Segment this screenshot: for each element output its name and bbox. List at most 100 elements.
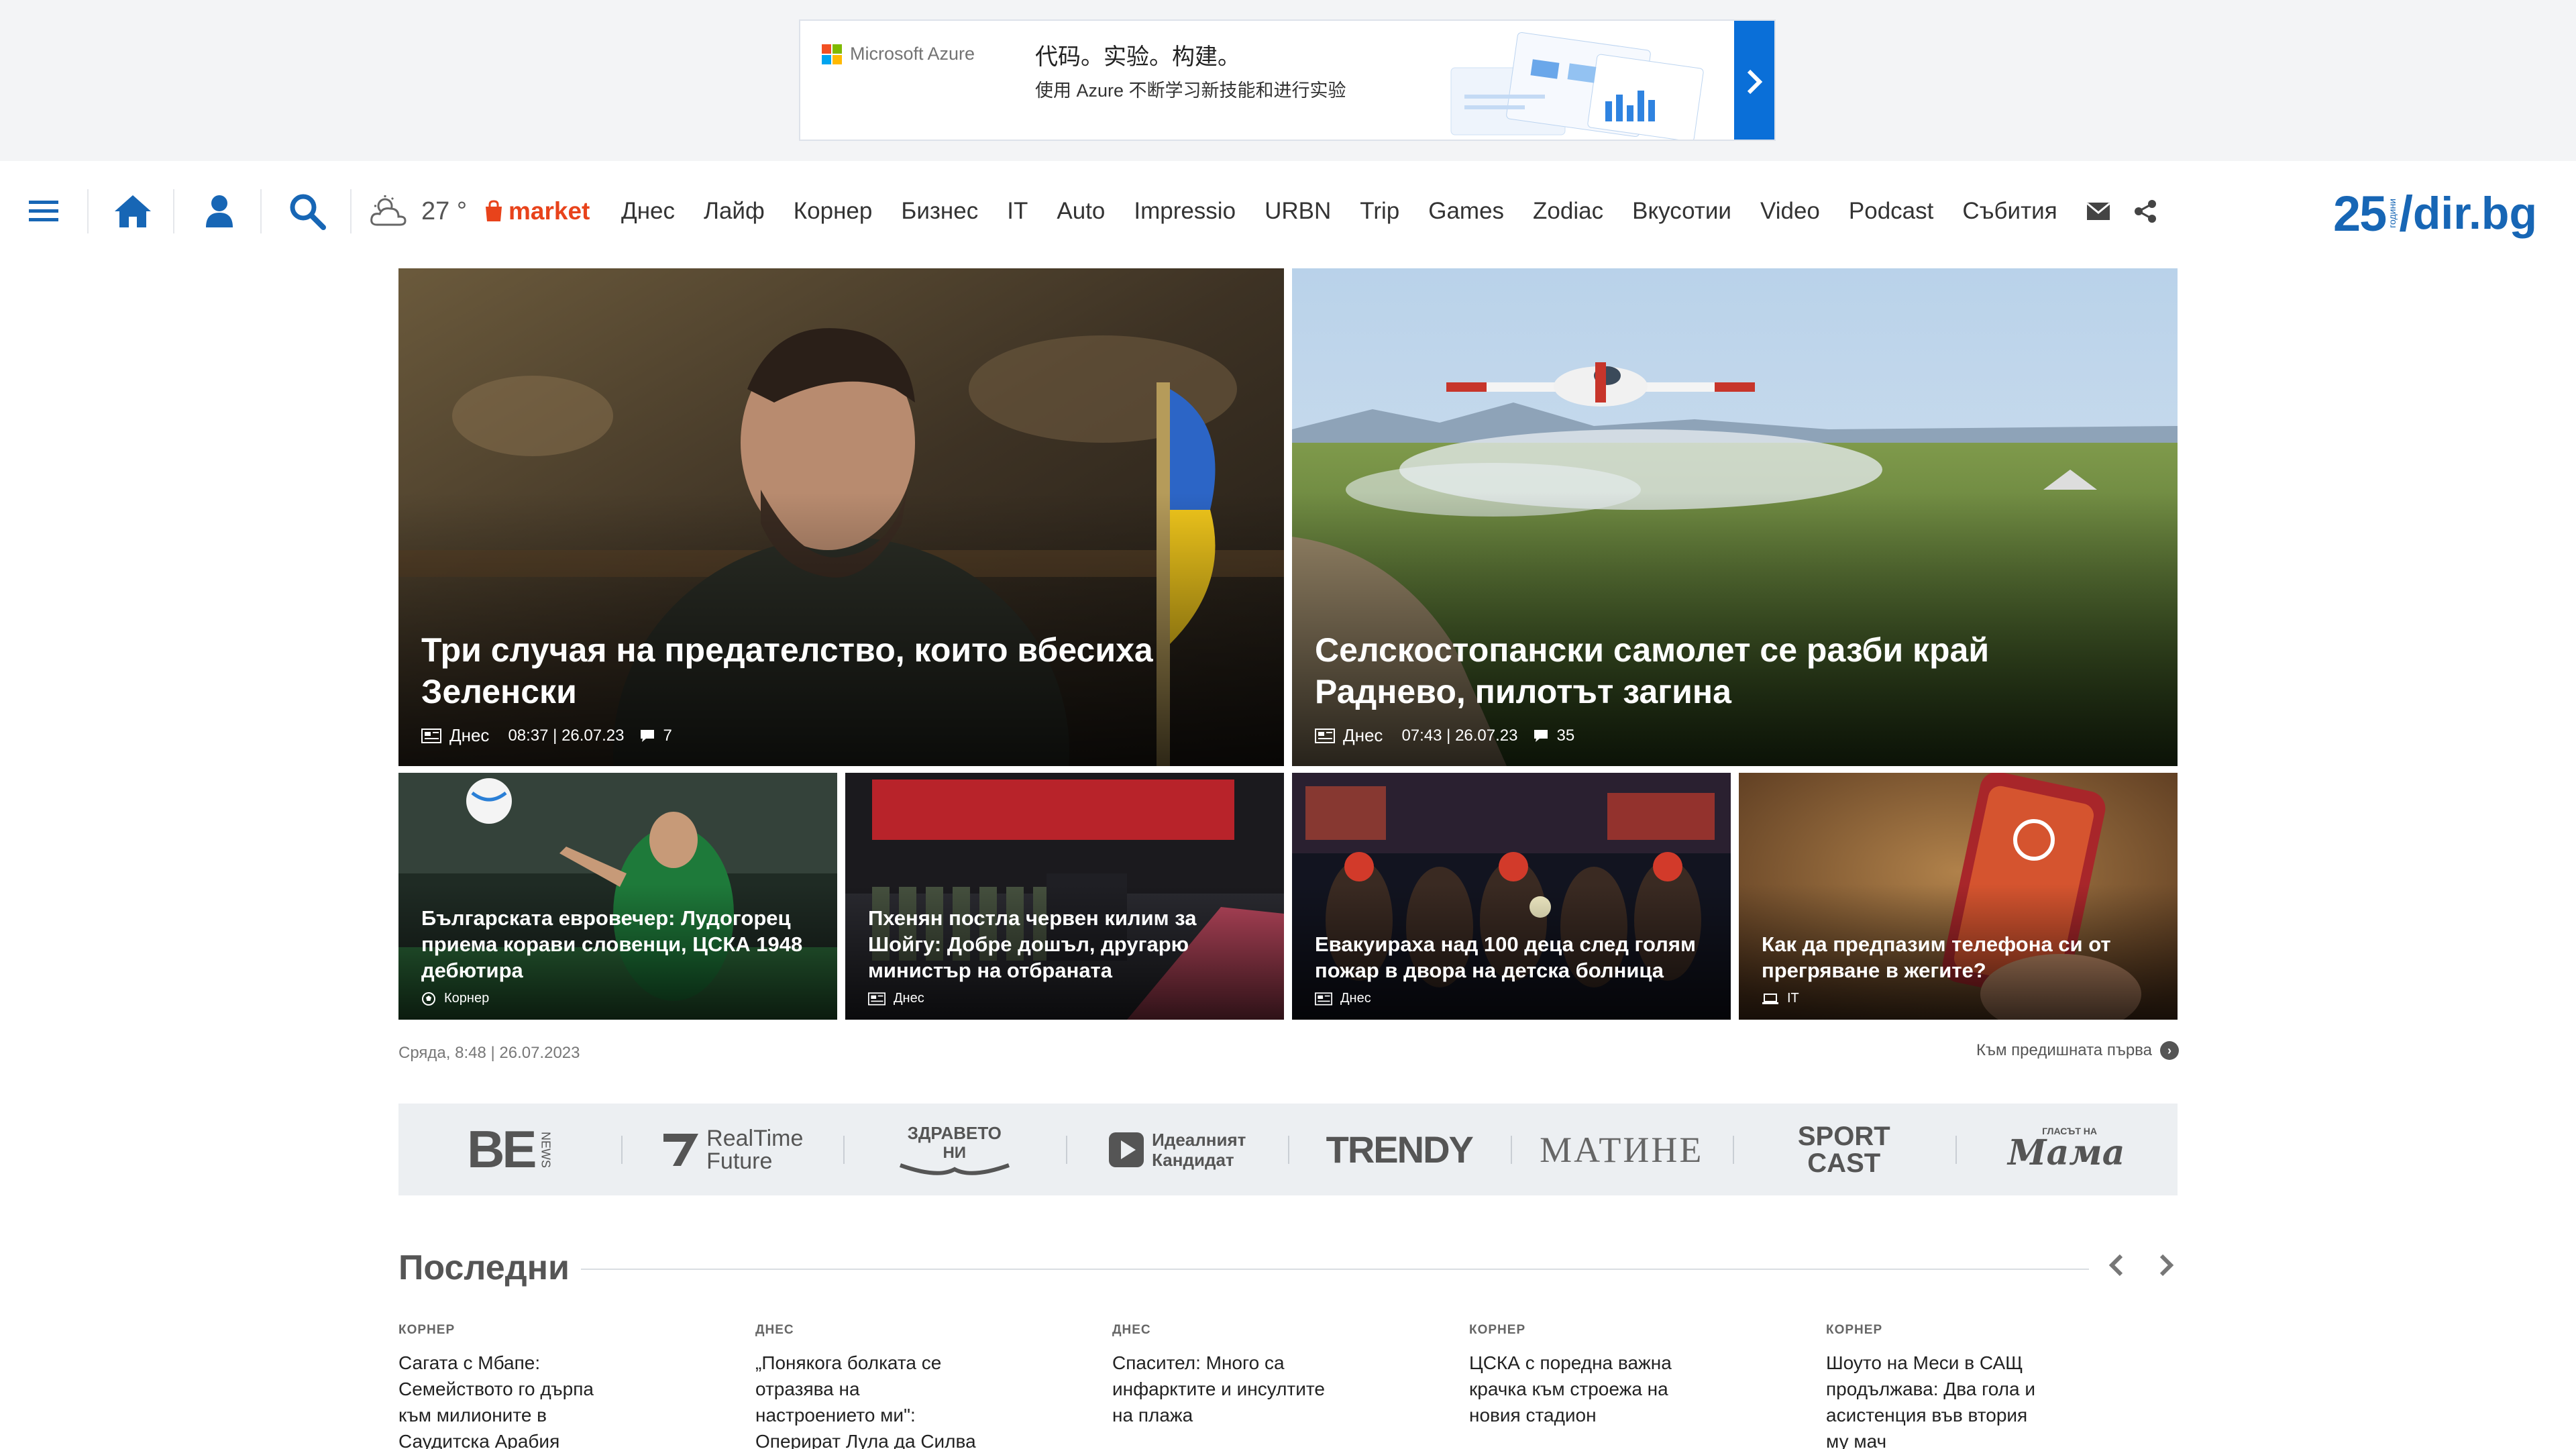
weather-widget[interactable]: 27 ° [368, 161, 467, 262]
latest-title[interactable]: Спасител: Много са инфарктите и инсултит… [1112, 1350, 1340, 1428]
latest-item-2[interactable]: ДНЕС „Понякога болката се отразява на на… [755, 1323, 983, 1449]
card-title[interactable]: Как да предпазим телефона си от прегрява… [1762, 931, 2157, 983]
previous-front-page-link[interactable]: Към предишната първа › [1976, 1041, 2179, 1060]
azure-banner-ad[interactable]: Microsoft Azure 代码。实验。构建。 使用 Azure 不断学习新… [799, 19, 1776, 141]
mama-logo: Мама [2008, 1132, 2125, 1173]
latest-item-4[interactable]: КОРНЕР ЦСКА с поредна важна крачка към с… [1469, 1323, 1697, 1428]
partner-idealniyat-kandidat[interactable]: Идеалният Кандидат [1065, 1104, 1289, 1195]
latest-title[interactable]: Шоуто на Меси в САЩ продължава: Два гола… [1826, 1350, 2054, 1449]
news-label: NEWS [539, 1131, 553, 1168]
nav-item-korner[interactable]: Корнер [794, 198, 873, 225]
nav-item-zodiac[interactable]: Zodiac [1533, 198, 1603, 225]
ideal-line-2: Кандидат [1152, 1149, 1234, 1170]
comment-count: 35 [1556, 726, 1575, 745]
latest-item-5[interactable]: КОРНЕР Шоуто на Меси в САЩ продължава: Д… [1826, 1323, 2054, 1449]
microsoft-squares-icon [822, 44, 842, 64]
article-category[interactable]: Днес [449, 725, 489, 746]
mail-button[interactable] [2086, 202, 2110, 221]
article-card-2[interactable]: Пхенян постла червен килим за Шойгу: Доб… [845, 773, 1284, 1020]
partner-bne-news[interactable]: BE NEWS [398, 1104, 621, 1195]
nav-item-auto[interactable]: Auto [1057, 198, 1105, 225]
article-category[interactable]: Днес [1343, 725, 1383, 746]
article-category[interactable]: IT [1787, 991, 1799, 1006]
card-title[interactable]: Евакуираха над 100 деца след голям пожар… [1315, 931, 1711, 983]
hero-title[interactable]: Селскостопански самолет се разби край Ра… [1315, 629, 2137, 712]
nav-item-games[interactable]: Games [1428, 198, 1504, 225]
nav-item-biznes[interactable]: Бизнес [901, 198, 978, 225]
hero-article-1[interactable]: Три случая на предателство, които вбесих… [398, 268, 1284, 766]
main-nav: 27 ° market Днес Лайф Корнер Бизнес IT A… [0, 161, 2576, 262]
share-icon [2134, 200, 2156, 223]
latest-title[interactable]: „Понякога болката се отразява на настрое… [755, 1350, 983, 1449]
realtime-line-2: Future [706, 1148, 773, 1174]
partner-sport-cast[interactable]: SPORT CAST [1733, 1104, 1955, 1195]
latest-kicker[interactable]: ДНЕС [755, 1323, 983, 1338]
hamburger-menu-button[interactable] [20, 161, 67, 262]
article-card-1[interactable]: Българската евровечер: Лудогорец приема … [398, 773, 837, 1020]
nav-item-impressio[interactable]: Impressio [1134, 198, 1236, 225]
article-category[interactable]: Днес [1340, 991, 1371, 1006]
latest-kicker[interactable]: КОРНЕР [1826, 1323, 2054, 1338]
zdraveto-line-1: ЗДРАВЕТО [907, 1123, 1002, 1143]
account-button[interactable] [195, 161, 244, 262]
hero-title[interactable]: Три случая на предателство, които вбесих… [421, 629, 1244, 712]
latest-heading: Последни [398, 1248, 570, 1287]
latest-item-1[interactable]: КОРНЕР Сагата с Мбапе: Семейството го дъ… [398, 1323, 627, 1449]
logo-25: 25 [2333, 185, 2387, 241]
nav-item-urbn[interactable]: URBN [1265, 198, 1331, 225]
article-card-3[interactable]: Евакуираха над 100 деца след голям пожар… [1292, 773, 1731, 1020]
ad-next-button[interactable] [1734, 21, 1774, 140]
weather-temp: 27 ° [421, 197, 468, 225]
home-button[interactable] [106, 161, 160, 262]
hero-article-2[interactable]: Селскостопански самолет се разби край Ра… [1292, 268, 2178, 766]
logo-years: години [2387, 199, 2398, 228]
cloud-sun-icon [370, 195, 407, 226]
nav-item-vkusotii[interactable]: Вкусотии [1632, 198, 1731, 225]
latest-kicker[interactable]: КОРНЕР [1469, 1323, 1697, 1338]
zdraveto-line-2: НИ [943, 1144, 967, 1162]
nav-item-it[interactable]: IT [1007, 198, 1028, 225]
nav-item-trip[interactable]: Trip [1360, 198, 1399, 225]
latest-prev-button[interactable] [2106, 1252, 2127, 1286]
share-button[interactable] [2133, 199, 2157, 223]
nav-item-video[interactable]: Video [1760, 198, 1820, 225]
user-icon [206, 195, 233, 227]
article-category[interactable]: Корнер [444, 991, 489, 1006]
nav-item-sabitiya[interactable]: Събития [1962, 198, 2057, 225]
comment-count: 7 [663, 726, 672, 745]
search-button[interactable] [280, 161, 334, 262]
nav-item-podcast[interactable]: Podcast [1849, 198, 1933, 225]
partner-matine[interactable]: МАТИНЕ [1510, 1104, 1733, 1195]
partner-glasat-na-mama[interactable]: ГЛАСЪТ НА Мама [1955, 1104, 2178, 1195]
partner-zdraveto-ni[interactable]: ЗДРАВЕТО НИ [843, 1104, 1066, 1195]
home-icon [115, 195, 151, 227]
latest-title[interactable]: Сагата с Мбапе: Семейството го дърпа към… [398, 1350, 627, 1449]
chevron-left-icon [2108, 1254, 2123, 1277]
partner-trendy[interactable]: TRENDY [1288, 1104, 1511, 1195]
newspaper-icon [868, 991, 885, 1006]
envelope-icon [2086, 202, 2110, 220]
partner-realtime-future[interactable]: RealTime Future [621, 1104, 844, 1195]
article-meta: Корнер [421, 991, 489, 1006]
nav-divider [87, 189, 89, 233]
article-card-4[interactable]: Как да предпазим телефона си от прегрява… [1739, 773, 2178, 1020]
latest-title[interactable]: ЦСКА с поредна важна крачка към строежа … [1469, 1350, 1697, 1428]
latest-kicker[interactable]: КОРНЕР [398, 1323, 627, 1338]
laptop-icon [1762, 993, 1778, 1004]
card-title[interactable]: Пхенян постла червен килим за Шойгу: Доб… [868, 905, 1264, 983]
nav-item-dnes[interactable]: Днес [621, 198, 675, 225]
latest-kicker[interactable]: ДНЕС [1112, 1323, 1340, 1338]
latest-item-3[interactable]: ДНЕС Спасител: Много са инфарктите и инс… [1112, 1323, 1340, 1428]
nav-divider [173, 189, 174, 233]
article-category[interactable]: Днес [894, 991, 924, 1006]
card-title[interactable]: Българската евровечер: Лудогорец приема … [421, 905, 817, 983]
section-menu: Днес Лайф Корнер Бизнес IT Auto Impressi… [621, 161, 2157, 262]
current-date: Сряда, 8:48 | 26.07.2023 [398, 1044, 580, 1062]
article-meta: Днес 08:37 | 26.07.23 7 [421, 725, 672, 746]
dir-bg-logo[interactable]: 25 години / dir.bg [2333, 185, 2537, 241]
top-ad-band: Microsoft Azure 代码。实验。构建。 使用 Azure 不断学习新… [0, 0, 2576, 161]
article-meta: Днес [868, 991, 924, 1006]
nav-item-layf[interactable]: Лайф [704, 198, 765, 225]
latest-next-button[interactable] [2156, 1252, 2176, 1286]
market-link[interactable]: market [484, 161, 590, 262]
